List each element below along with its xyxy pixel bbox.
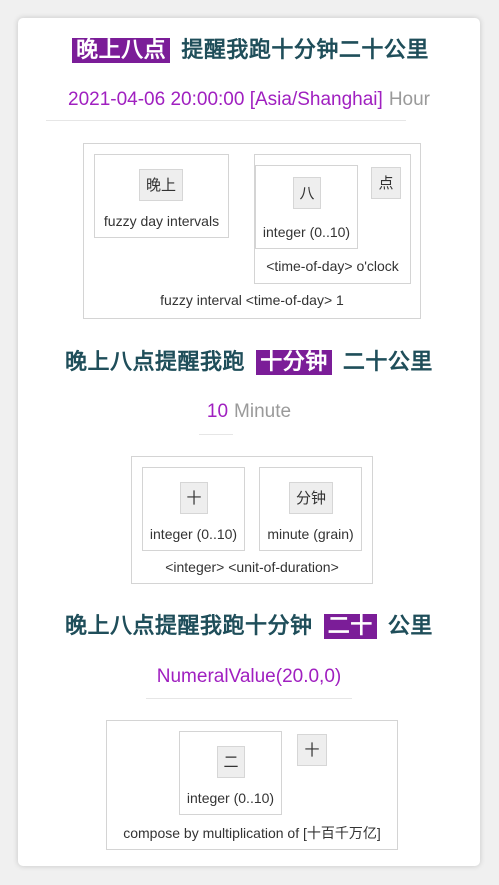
rule-label: fuzzy interval <time-of-day> 1 [160,292,344,308]
rule-label: <integer> <unit-of-duration> [165,559,339,575]
parse-tree-2: 十 integer (0..10) 分钟 minute (grain) <int… [131,456,373,584]
value-text: 2021-04-06 20:00:00 [Asia/Shanghai] [68,89,383,110]
rule-label: compose by multiplication of [十百千万亿] [123,825,381,841]
parse-tree-1: 晚上 fuzzy day intervals 八 integer (0..10)… [83,143,421,319]
rule-label: fuzzy day intervals [103,213,220,229]
rule-node-integer: 二 integer (0..10) [179,731,282,815]
extra-token: 点 [371,167,401,199]
parse-tree-3: 二 integer (0..10) 十 compose by multiplic… [106,720,398,850]
sentence-text: 二十公里 [342,350,433,375]
divider [46,120,406,121]
resolved-value-1: 2021-04-06 20:00:00 [Asia/Shanghai] Hour [18,89,480,111]
highlighted-span: 二十 [323,614,377,639]
sentence-text: 晚上八点提醒我跑十分钟 [65,614,313,639]
sentence-text: 公里 [387,614,433,639]
resolved-value-2: 10 Minute [18,401,480,423]
rule-node-integer: 十 integer (0..10) [142,467,245,551]
token: 晚上 [139,169,183,201]
results-card: 晚上八点 提醒我跑十分钟二十公里 2021-04-06 20:00:00 [As… [18,18,480,866]
sentence-1: 晚上八点 提醒我跑十分钟二十公里 [18,32,480,64]
divider [146,698,352,699]
grain-text: Hour [388,89,430,110]
sentence-text: 提醒我跑十分钟二十公里 [181,38,429,63]
sentence-text: 晚上八点提醒我跑 [65,350,246,375]
highlighted-span: 十分钟 [256,350,332,375]
rule-label: integer (0..10) [262,224,351,240]
token: 二 [217,746,245,778]
token: 八 [293,177,321,209]
rule-label: minute (grain) [267,526,354,542]
divider [199,434,233,435]
sentence-2: 晚上八点提醒我跑 十分钟 二十公里 [18,344,480,376]
rule-node-fuzzy-day: 晚上 fuzzy day intervals [94,154,229,238]
token: 十 [180,482,208,514]
value-text: NumeralValue(20.0,0) [156,666,342,687]
rule-label: integer (0..10) [149,526,238,542]
rule-node-minute: 分钟 minute (grain) [259,467,362,551]
grain-text: Minute [234,401,292,422]
rule-node-integer: 八 integer (0..10) [255,165,358,249]
extra-token: 十 [297,734,327,766]
rule-label: integer (0..10) [186,790,275,806]
sentence-3: 晚上八点提醒我跑十分钟 二十 公里 [18,608,480,640]
highlighted-span: 晚上八点 [72,38,171,63]
rule-node-time-of-day: 八 integer (0..10) 点 <time-of-day> o'cloc… [254,154,411,284]
value-text: 10 [206,401,229,422]
rule-label: <time-of-day> o'clock [266,258,399,274]
token: 分钟 [289,482,333,514]
resolved-value-3: NumeralValue(20.0,0) [18,666,480,688]
